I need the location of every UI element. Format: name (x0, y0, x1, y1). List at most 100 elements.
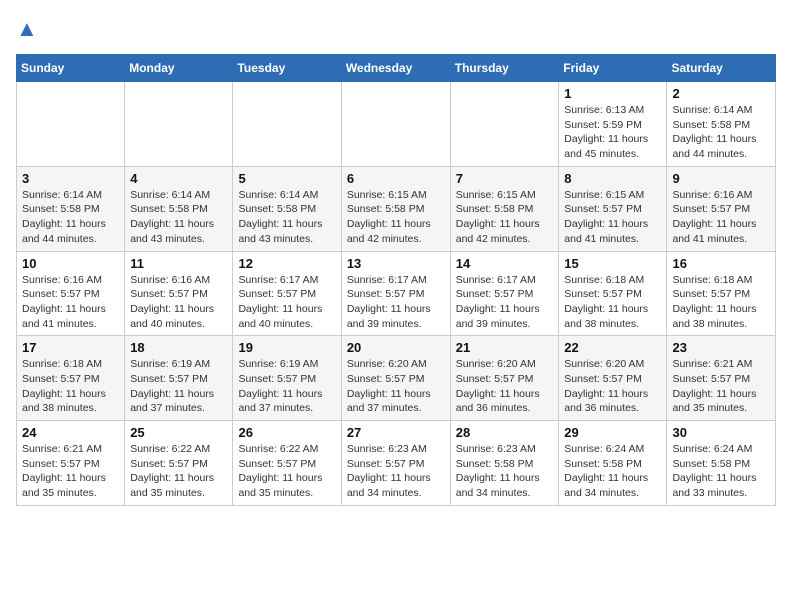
day-number: 2 (672, 86, 770, 101)
calendar-cell: 5 Sunrise: 6:14 AMSunset: 5:58 PMDaylight… (233, 166, 341, 251)
day-number: 15 (564, 256, 661, 271)
weekday-header-sunday: Sunday (17, 55, 125, 82)
calendar-cell: 10 Sunrise: 6:16 AMSunset: 5:57 PMDayligh… (17, 251, 125, 336)
day-number: 20 (347, 340, 445, 355)
calendar-cell: 4 Sunrise: 6:14 AMSunset: 5:58 PMDaylight… (125, 166, 233, 251)
day-info: Sunrise: 6:14 AMSunset: 5:58 PMDaylight:… (22, 188, 119, 247)
day-info: Sunrise: 6:15 AMSunset: 5:58 PMDaylight:… (347, 188, 445, 247)
day-number: 10 (22, 256, 119, 271)
calendar-cell: 26 Sunrise: 6:22 AMSunset: 5:57 PMDayligh… (233, 421, 341, 506)
calendar-cell: 23 Sunrise: 6:21 AMSunset: 5:57 PMDayligh… (667, 336, 776, 421)
calendar-cell: 22 Sunrise: 6:20 AMSunset: 5:57 PMDayligh… (559, 336, 667, 421)
calendar-cell: 21 Sunrise: 6:20 AMSunset: 5:57 PMDayligh… (450, 336, 559, 421)
day-info: Sunrise: 6:13 AMSunset: 5:59 PMDaylight:… (564, 103, 661, 162)
day-info: Sunrise: 6:24 AMSunset: 5:58 PMDaylight:… (564, 442, 661, 501)
day-info: Sunrise: 6:18 AMSunset: 5:57 PMDaylight:… (672, 273, 770, 332)
week-row-5: 24Sunrise: 6:21 AMSunset: 5:57 PMDayligh… (17, 421, 776, 506)
day-info: Sunrise: 6:19 AMSunset: 5:57 PMDaylight:… (130, 357, 227, 416)
day-number: 4 (130, 171, 227, 186)
day-number: 26 (238, 425, 335, 440)
day-info: Sunrise: 6:18 AMSunset: 5:57 PMDaylight:… (22, 357, 119, 416)
calendar-cell: 11 Sunrise: 6:16 AMSunset: 5:57 PMDayligh… (125, 251, 233, 336)
day-info: Sunrise: 6:22 AMSunset: 5:57 PMDaylight:… (130, 442, 227, 501)
calendar-cell: 1Sunrise: 6:13 AMSunset: 5:59 PMDaylight… (559, 82, 667, 167)
calendar-cell: 25Sunrise: 6:22 AMSunset: 5:57 PMDayligh… (125, 421, 233, 506)
day-info: Sunrise: 6:21 AMSunset: 5:57 PMDaylight:… (672, 357, 770, 416)
day-info: Sunrise: 6:15 AMSunset: 5:57 PMDaylight:… (564, 188, 661, 247)
day-number: 19 (238, 340, 335, 355)
week-row-2: 3 Sunrise: 6:14 AMSunset: 5:58 PMDaylight… (17, 166, 776, 251)
weekday-header-tuesday: Tuesday (233, 55, 341, 82)
day-number: 23 (672, 340, 770, 355)
week-row-4: 17 Sunrise: 6:18 AMSunset: 5:57 PMDayligh… (17, 336, 776, 421)
day-number: 11 (130, 256, 227, 271)
calendar-cell: 3 Sunrise: 6:14 AMSunset: 5:58 PMDaylight… (17, 166, 125, 251)
day-number: 22 (564, 340, 661, 355)
calendar-cell (341, 82, 450, 167)
calendar-cell: 29 Sunrise: 6:24 AMSunset: 5:58 PMDayligh… (559, 421, 667, 506)
day-number: 8 (564, 171, 661, 186)
day-number: 16 (672, 256, 770, 271)
calendar-cell: 20 Sunrise: 6:20 AMSunset: 5:57 PMDayligh… (341, 336, 450, 421)
calendar-cell: 15 Sunrise: 6:18 AMSunset: 5:57 PMDayligh… (559, 251, 667, 336)
weekday-header-friday: Friday (559, 55, 667, 82)
day-info: Sunrise: 6:20 AMSunset: 5:57 PMDaylight:… (456, 357, 554, 416)
calendar-table: SundayMondayTuesdayWednesdayThursdayFrid… (16, 54, 776, 506)
day-info: Sunrise: 6:20 AMSunset: 5:57 PMDaylight:… (564, 357, 661, 416)
day-number: 12 (238, 256, 335, 271)
calendar-cell (17, 82, 125, 167)
day-info: Sunrise: 6:22 AMSunset: 5:57 PMDaylight:… (238, 442, 335, 501)
calendar-cell (450, 82, 559, 167)
calendar-cell: 12 Sunrise: 6:17 AMSunset: 5:57 PMDayligh… (233, 251, 341, 336)
calendar-cell: 28 Sunrise: 6:23 AMSunset: 5:58 PMDayligh… (450, 421, 559, 506)
day-info: Sunrise: 6:23 AMSunset: 5:58 PMDaylight:… (456, 442, 554, 501)
day-number: 6 (347, 171, 445, 186)
calendar-cell: 24Sunrise: 6:21 AMSunset: 5:57 PMDayligh… (17, 421, 125, 506)
day-info: Sunrise: 6:16 AMSunset: 5:57 PMDaylight:… (22, 273, 119, 332)
day-number: 27 (347, 425, 445, 440)
day-info: Sunrise: 6:19 AMSunset: 5:57 PMDaylight:… (238, 357, 335, 416)
day-info: Sunrise: 6:14 AMSunset: 5:58 PMDaylight:… (130, 188, 227, 247)
day-info: Sunrise: 6:16 AMSunset: 5:57 PMDaylight:… (130, 273, 227, 332)
day-number: 7 (456, 171, 554, 186)
calendar-cell: 18 Sunrise: 6:19 AMSunset: 5:57 PMDayligh… (125, 336, 233, 421)
day-info: Sunrise: 6:17 AMSunset: 5:57 PMDaylight:… (347, 273, 445, 332)
header: ▲ (16, 16, 776, 42)
calendar-cell: 7Sunrise: 6:15 AMSunset: 5:58 PMDaylight… (450, 166, 559, 251)
day-number: 3 (22, 171, 119, 186)
day-info: Sunrise: 6:14 AMSunset: 5:58 PMDaylight:… (672, 103, 770, 162)
day-number: 28 (456, 425, 554, 440)
calendar-cell: 6 Sunrise: 6:15 AMSunset: 5:58 PMDaylight… (341, 166, 450, 251)
day-number: 9 (672, 171, 770, 186)
day-number: 17 (22, 340, 119, 355)
weekday-header-thursday: Thursday (450, 55, 559, 82)
day-info: Sunrise: 6:18 AMSunset: 5:57 PMDaylight:… (564, 273, 661, 332)
day-info: Sunrise: 6:17 AMSunset: 5:57 PMDaylight:… (456, 273, 554, 332)
week-row-1: 1Sunrise: 6:13 AMSunset: 5:59 PMDaylight… (17, 82, 776, 167)
day-number: 5 (238, 171, 335, 186)
calendar-cell: 9Sunrise: 6:16 AMSunset: 5:57 PMDaylight… (667, 166, 776, 251)
day-number: 24 (22, 425, 119, 440)
day-info: Sunrise: 6:24 AMSunset: 5:58 PMDaylight:… (672, 442, 770, 501)
weekday-header-saturday: Saturday (667, 55, 776, 82)
day-info: Sunrise: 6:23 AMSunset: 5:57 PMDaylight:… (347, 442, 445, 501)
day-info: Sunrise: 6:20 AMSunset: 5:57 PMDaylight:… (347, 357, 445, 416)
week-row-3: 10 Sunrise: 6:16 AMSunset: 5:57 PMDayligh… (17, 251, 776, 336)
weekday-header-monday: Monday (125, 55, 233, 82)
calendar-cell: 30 Sunrise: 6:24 AMSunset: 5:58 PMDayligh… (667, 421, 776, 506)
calendar-cell: 16 Sunrise: 6:18 AMSunset: 5:57 PMDayligh… (667, 251, 776, 336)
calendar-cell: 19 Sunrise: 6:19 AMSunset: 5:57 PMDayligh… (233, 336, 341, 421)
day-number: 13 (347, 256, 445, 271)
day-number: 21 (456, 340, 554, 355)
day-number: 18 (130, 340, 227, 355)
day-number: 30 (672, 425, 770, 440)
day-number: 29 (564, 425, 661, 440)
calendar-cell: 13 Sunrise: 6:17 AMSunset: 5:57 PMDayligh… (341, 251, 450, 336)
day-info: Sunrise: 6:14 AMSunset: 5:58 PMDaylight:… (238, 188, 335, 247)
calendar-cell: 14Sunrise: 6:17 AMSunset: 5:57 PMDayligh… (450, 251, 559, 336)
calendar-cell: 27 Sunrise: 6:23 AMSunset: 5:57 PMDayligh… (341, 421, 450, 506)
day-info: Sunrise: 6:17 AMSunset: 5:57 PMDaylight:… (238, 273, 335, 332)
calendar-cell: 2 Sunrise: 6:14 AMSunset: 5:58 PMDaylight… (667, 82, 776, 167)
logo-icon: ▲ (16, 16, 38, 42)
calendar-cell: 8 Sunrise: 6:15 AMSunset: 5:57 PMDaylight… (559, 166, 667, 251)
